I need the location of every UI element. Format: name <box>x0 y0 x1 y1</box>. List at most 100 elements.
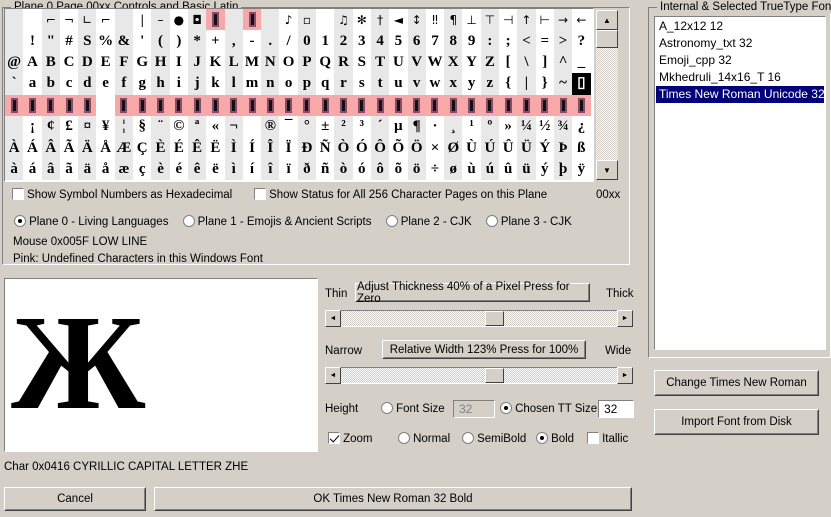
character-cell[interactable]: % <box>96 30 115 52</box>
character-grid-scrollbar[interactable]: ▲ ▼ <box>596 10 620 180</box>
font-size-radio-row[interactable]: Font Size <box>381 402 445 415</box>
plane-radio-group[interactable]: Plane 0 - Living Languages Plane 1 - Emo… <box>14 215 572 228</box>
character-cell[interactable]: Í <box>242 137 262 159</box>
character-cell[interactable]: ▫ <box>297 9 317 31</box>
character-cell[interactable]: ✻ <box>352 9 371 31</box>
character-cell[interactable]: á <box>23 158 42 181</box>
character-cell[interactable] <box>23 94 42 116</box>
character-grid-row[interactable]: ` a b c d e f g h i j k l m n o p q r s t u v w x y z{|} ~ ▯ <box>5 73 593 95</box>
character-cell[interactable]: ¯ <box>279 115 298 138</box>
character-cell[interactable]: i <box>169 73 188 95</box>
character-cell[interactable]: ´ <box>370 115 390 138</box>
zoom-checkbox-row[interactable]: Zoom <box>328 432 372 445</box>
character-cell[interactable] <box>261 9 280 31</box>
character-cell[interactable]: # <box>59 30 79 52</box>
character-cell[interactable]: ^ <box>553 51 573 74</box>
character-cell[interactable]: @ <box>5 51 24 74</box>
character-cell[interactable]: ÷ <box>425 158 445 181</box>
character-cell[interactable]: ! <box>23 30 42 52</box>
character-cell[interactable]: Å <box>96 137 115 159</box>
character-cell[interactable]: ô <box>370 158 390 181</box>
character-cell[interactable] <box>41 94 60 116</box>
character-cell[interactable] <box>352 94 371 116</box>
character-cell[interactable]: J <box>187 51 207 74</box>
character-cell[interactable]: Z <box>480 51 500 74</box>
character-cell[interactable]: ‼ <box>425 9 445 31</box>
radio-plane-1[interactable] <box>182 215 195 227</box>
character-cell[interactable] <box>425 94 445 116</box>
character-cell[interactable]: 8 <box>444 30 463 52</box>
character-cell[interactable]: ì <box>224 158 243 181</box>
character-cell[interactable] <box>5 94 24 116</box>
width-slider-track[interactable] <box>341 367 617 384</box>
character-cell[interactable] <box>5 30 24 52</box>
character-cell[interactable] <box>535 94 554 116</box>
radio-weight-bold[interactable] <box>536 432 548 444</box>
character-cell[interactable]: d <box>78 73 97 95</box>
character-cell[interactable]: . <box>261 30 280 52</box>
character-cell[interactable]: Ñ <box>316 137 335 159</box>
character-cell[interactable]: å <box>96 158 115 181</box>
character-cell[interactable]: V <box>407 51 426 74</box>
change-font-button[interactable]: Change Times New Roman <box>654 370 819 396</box>
font-list-item[interactable]: Times New Roman Unicode 32 <box>656 86 825 103</box>
character-cell[interactable]: k <box>206 73 225 95</box>
character-cell[interactable]: ¾ <box>553 115 573 138</box>
character-cell[interactable]: a <box>23 73 42 95</box>
character-cell[interactable] <box>96 94 115 116</box>
character-cell[interactable]: S <box>78 30 97 52</box>
character-cell[interactable]: w <box>425 73 445 95</box>
character-cell[interactable]: ♫ <box>334 9 353 31</box>
character-cell[interactable]: L <box>224 51 243 74</box>
character-cell[interactable]: " <box>41 30 60 52</box>
character-grid-row[interactable]: À Á Â Ã Ä Å Æ Ç È É Ê Ë Ì Í Î Ï Ð Ñ Ò Ó Ô Õ Ö × Ø Ù Ú Û Ü Ý Þß <box>5 137 593 159</box>
width-slider-left-button[interactable]: ◄ <box>325 367 341 384</box>
character-cell[interactable]: ⊤ <box>480 9 500 31</box>
font-list-item[interactable]: Mkhedruli_14x16_T 16 <box>656 69 824 86</box>
character-cell[interactable]: u <box>389 73 408 95</box>
character-cell[interactable] <box>169 94 188 116</box>
character-cell[interactable]: ö <box>407 158 426 181</box>
character-cell[interactable]: õ <box>389 158 408 181</box>
weight-normal-row[interactable]: Normal <box>398 432 450 445</box>
status-checkbox-row[interactable]: Show Status for All 256 Character Pages … <box>254 188 547 201</box>
character-cell[interactable]: ⌐ <box>41 9 60 31</box>
thickness-slider-track[interactable] <box>341 310 617 327</box>
character-cell[interactable]: ¼ <box>517 115 536 138</box>
character-cell[interactable]: B <box>41 51 60 74</box>
character-cell[interactable] <box>480 94 500 116</box>
font-list-item[interactable]: Emoji_cpp 32 <box>656 52 824 69</box>
thickness-slider-right-button[interactable]: ► <box>617 310 633 327</box>
character-cell[interactable]: ▯ <box>572 73 591 95</box>
character-cell[interactable]: ' <box>133 30 152 52</box>
character-grid-row[interactable]: @ A B C D E F G H I J K L M N O P Q R S T U V W X Y Z[\] ^ _ <box>5 51 593 74</box>
character-cell[interactable]: y <box>462 73 481 95</box>
character-cell[interactable]: D <box>78 51 97 74</box>
character-cell[interactable]: I <box>169 51 188 74</box>
character-cell[interactable]: ³ <box>352 115 371 138</box>
character-cell[interactable]: Ï <box>279 137 298 159</box>
character-cell[interactable]: P <box>297 51 317 74</box>
character-cell[interactable]: U <box>389 51 408 74</box>
character-cell[interactable]: ü <box>517 158 536 181</box>
character-cell[interactable]: X <box>444 51 463 74</box>
character-cell[interactable]: ∟ <box>78 9 97 31</box>
width-slider-thumb[interactable] <box>484 368 504 383</box>
character-cell[interactable] <box>407 94 426 116</box>
weight-bold-row[interactable]: Bold <box>536 432 574 445</box>
character-cell[interactable]: Ç <box>133 137 152 159</box>
character-cell[interactable]: f <box>114 73 134 95</box>
character-cell[interactable]: E <box>96 51 115 74</box>
character-cell[interactable]: Y <box>462 51 481 74</box>
status-checkbox[interactable] <box>254 188 266 200</box>
character-cell[interactable]: ý <box>535 158 554 181</box>
character-cell[interactable] <box>224 9 243 31</box>
character-cell[interactable]: h <box>151 73 170 95</box>
character-cell[interactable]: ⌐ <box>96 9 115 31</box>
character-cell[interactable]: ¨ <box>151 115 170 138</box>
character-cell[interactable]: 6 <box>407 30 426 52</box>
character-cell[interactable]: _ <box>572 51 591 74</box>
character-cell[interactable]: à <box>5 158 24 181</box>
character-cell[interactable]: / <box>279 30 298 52</box>
character-cell[interactable]: O <box>279 51 298 74</box>
